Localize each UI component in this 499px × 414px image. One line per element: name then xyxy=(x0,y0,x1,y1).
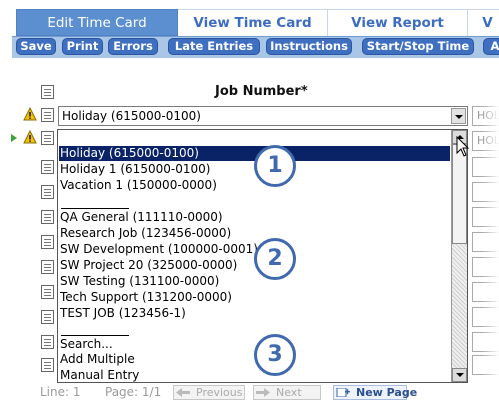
previous-button[interactable]: Previous xyxy=(173,385,245,400)
tab-view-report[interactable]: View Report xyxy=(328,9,468,36)
scroll-track[interactable] xyxy=(452,244,467,368)
dropdown-option[interactable]: Research Job (123456-0000) xyxy=(60,226,231,241)
notes-icon[interactable] xyxy=(41,160,54,174)
next-button[interactable]: Next xyxy=(253,385,321,400)
dropdown-option[interactable]: Holiday 1 (615000-0100) xyxy=(60,162,210,177)
warning-icon xyxy=(23,107,37,121)
next-label: Next xyxy=(276,386,302,399)
option-separator xyxy=(61,208,129,209)
dropdown-option[interactable]: QA General (111110-0000) xyxy=(60,210,223,225)
dropdown-option[interactable]: SW Development (100000-0001) xyxy=(60,242,258,257)
edge-fade xyxy=(482,60,499,414)
dropdown-option[interactable]: Add Multiple xyxy=(60,352,135,367)
dropdown-option[interactable]: TEST JOB (123456-1) xyxy=(60,306,186,321)
instructions-button[interactable]: Instructions xyxy=(266,38,352,55)
scroll-down-icon[interactable] xyxy=(452,368,467,382)
callout-2: 2 xyxy=(254,238,296,280)
job-number-select[interactable]: Holiday (615000-0100) xyxy=(58,106,468,126)
more-toolbar-button[interactable]: A xyxy=(483,38,499,55)
dropdown-option[interactable]: Tech Support (131200-0000) xyxy=(60,290,232,305)
mouse-cursor-icon xyxy=(456,136,470,157)
save-button[interactable]: Save xyxy=(16,38,56,55)
print-button[interactable]: Print xyxy=(62,38,103,55)
dropdown-option[interactable]: SW Project 20 (325000-0000) xyxy=(60,258,237,273)
notes-icon[interactable] xyxy=(41,210,54,224)
callout-1: 1 xyxy=(254,145,296,187)
notes-icon[interactable] xyxy=(41,285,54,299)
line-counter: Line: 1 xyxy=(40,385,81,399)
notes-icon[interactable] xyxy=(41,235,54,249)
job-number-header: Job Number* xyxy=(215,84,308,99)
notes-icon[interactable] xyxy=(41,185,54,199)
job-number-value: Holiday (615000-0100) xyxy=(62,109,201,123)
tab-overflow[interactable]: V xyxy=(468,9,499,36)
notes-icon[interactable] xyxy=(41,260,54,274)
new-page-button[interactable]: New Page xyxy=(333,385,417,400)
chevron-down-icon[interactable] xyxy=(451,108,466,124)
late-entries-button[interactable]: Late Entries xyxy=(168,38,260,55)
dropdown-scrollbar[interactable] xyxy=(451,130,467,382)
callout-3: 3 xyxy=(254,334,296,376)
notes-icon[interactable] xyxy=(41,131,54,145)
time-card-screen: Edit Time Card View Time Card View Repor… xyxy=(0,0,499,414)
previous-label: Previous xyxy=(196,386,243,399)
dropdown-option[interactable]: Manual Entry xyxy=(60,368,139,382)
page-counter: Page: 1/1 xyxy=(105,385,162,399)
add-page-icon xyxy=(336,388,350,397)
dropdown-option[interactable]: Vacation 1 (150000-0000) xyxy=(60,178,217,193)
current-row-arrow-icon xyxy=(11,134,17,142)
notes-icon[interactable] xyxy=(41,108,54,122)
option-separator xyxy=(61,335,129,336)
errors-button[interactable]: Errors xyxy=(108,38,158,55)
start-stop-time-button[interactable]: Start/Stop Time xyxy=(362,38,474,55)
warning-icon xyxy=(23,130,37,144)
scroll-thumb[interactable] xyxy=(452,144,467,244)
notes-icon[interactable] xyxy=(41,85,54,99)
arrow-left-icon xyxy=(176,388,190,397)
dropdown-option[interactable]: Search... xyxy=(60,337,113,352)
notes-icon[interactable] xyxy=(41,335,54,349)
tab-edit-time-card[interactable]: Edit Time Card xyxy=(16,9,178,36)
dropdown-option[interactable]: SW Testing (131100-0000) xyxy=(60,274,219,289)
notes-icon[interactable] xyxy=(41,358,54,372)
new-page-label: New Page xyxy=(356,386,418,399)
tab-view-time-card[interactable]: View Time Card xyxy=(178,9,328,36)
notes-icon[interactable] xyxy=(41,310,54,324)
arrow-right-icon xyxy=(256,388,270,397)
